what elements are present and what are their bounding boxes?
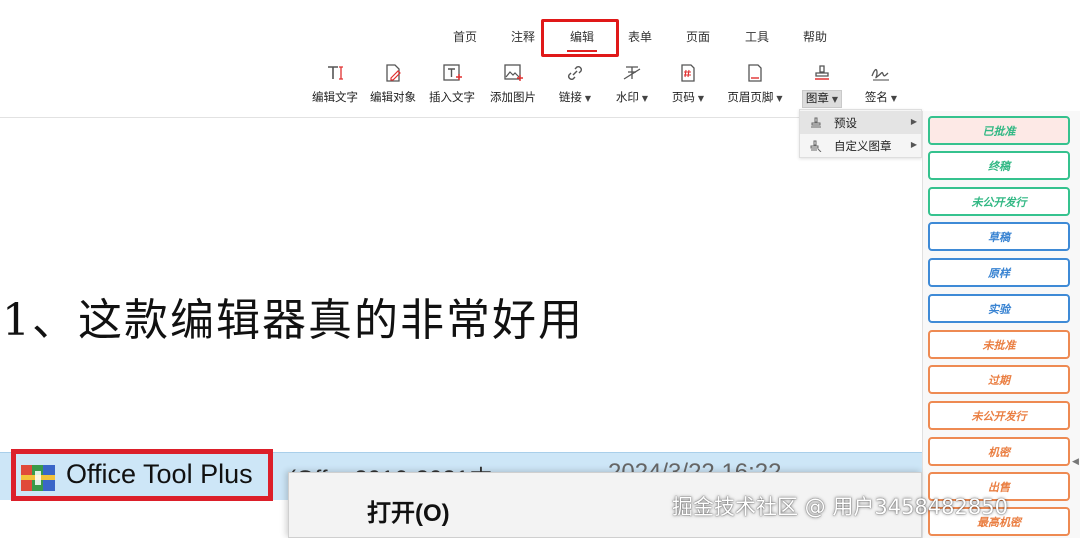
chevron-down-icon: ▼ bbox=[776, 94, 783, 103]
tab-form[interactable]: 表单 bbox=[627, 28, 653, 46]
tab-edit[interactable]: 编辑 bbox=[567, 28, 597, 52]
edit-text-label: 编辑文字 bbox=[312, 90, 358, 104]
watermark-button[interactable]: 水印 ▼ bbox=[612, 60, 652, 110]
stamp-preset-not-approved[interactable]: 未批准 bbox=[928, 330, 1070, 359]
chevron-down-icon: ▼ bbox=[697, 94, 705, 103]
link-icon bbox=[563, 60, 587, 86]
chevron-down-icon: ▼ bbox=[890, 94, 898, 103]
signature-button[interactable]: 签名 ▼ bbox=[860, 60, 902, 110]
link-label: 链接 ▼ bbox=[558, 90, 592, 104]
custom-stamp-icon bbox=[808, 140, 824, 152]
stamp-preset-icon bbox=[808, 117, 824, 129]
stamp-preset-experimental[interactable]: 实验 bbox=[928, 294, 1070, 323]
stamp-preset-draft[interactable]: 草稿 bbox=[928, 222, 1070, 251]
office-tool-plus-icon bbox=[20, 463, 56, 493]
edit-text-button[interactable]: 编辑文字 bbox=[311, 60, 359, 110]
tab-tools[interactable]: 工具 bbox=[744, 28, 770, 46]
add-image-label: 添加图片 bbox=[490, 90, 536, 104]
stamp-preset-approved[interactable]: 已批准 bbox=[928, 116, 1070, 145]
stamp-preset-not-for-public-release[interactable]: 未公开发行 bbox=[928, 187, 1070, 216]
edit-object-button[interactable]: 编辑对象 bbox=[369, 60, 417, 110]
link-button[interactable]: 链接 ▼ bbox=[555, 60, 595, 110]
tab-help[interactable]: 帮助 bbox=[802, 28, 828, 46]
context-menu-open[interactable]: 打开(O) bbox=[367, 493, 450, 528]
chevron-right-icon: ▶ bbox=[910, 117, 917, 126]
edit-object-icon bbox=[381, 60, 405, 86]
stamp-label: 图章 ▼ bbox=[801, 90, 843, 108]
add-image-button[interactable]: 添加图片 bbox=[488, 60, 538, 110]
header-footer-icon bbox=[743, 60, 767, 86]
tab-annotate[interactable]: 注释 bbox=[510, 28, 536, 46]
tab-page[interactable]: 页面 bbox=[685, 28, 711, 46]
stamp-preset-confidential[interactable]: 机密 bbox=[928, 437, 1070, 466]
chevron-down-icon: ▼ bbox=[831, 95, 839, 104]
stamp-button[interactable]: 图章 ▼ bbox=[800, 60, 844, 110]
watermark-icon bbox=[620, 60, 644, 86]
document-heading: 1、这款编辑器真的非常好用 bbox=[2, 295, 584, 346]
page-number-icon bbox=[676, 60, 700, 86]
stamp-preset-panel: 已批准 终稿 未公开发行 草稿 原样 实验 未批准 过期 未公开发行 机密 出售… bbox=[922, 111, 1080, 538]
signature-icon bbox=[869, 60, 893, 86]
edit-text-icon bbox=[323, 60, 347, 86]
insert-text-icon bbox=[440, 60, 464, 86]
edit-object-label: 编辑对象 bbox=[370, 90, 416, 104]
stamp-menu-item-label: 预设 bbox=[834, 115, 857, 130]
insert-text-button[interactable]: 插入文字 bbox=[428, 60, 476, 110]
stamp-menu-item-label: 自定义图章 bbox=[834, 138, 892, 153]
chevron-down-icon: ▼ bbox=[641, 94, 649, 103]
chevron-down-icon: ▼ bbox=[584, 94, 592, 103]
file-name: Office Tool Plus bbox=[66, 459, 253, 489]
stamp-dropdown: 预设 ▶ 自定义图章 ▶ bbox=[799, 109, 922, 158]
stamp-icon bbox=[810, 60, 834, 86]
stamp-preset-not-for-public-release-orange[interactable]: 未公开发行 bbox=[928, 401, 1070, 430]
add-image-icon bbox=[501, 60, 525, 86]
header-footer-label: 页眉页脚 ▼ bbox=[727, 90, 783, 104]
chevron-right-icon: ▶ bbox=[910, 140, 917, 149]
watermark-label: 水印 ▼ bbox=[615, 90, 649, 104]
header-footer-button[interactable]: 页眉页脚 ▼ bbox=[724, 60, 786, 110]
stamp-menu-item-preset[interactable]: 预设 ▶ bbox=[800, 111, 921, 134]
signature-label: 签名 ▼ bbox=[864, 90, 898, 104]
stamp-preset-expired[interactable]: 过期 bbox=[928, 365, 1070, 394]
stamp-menu-item-custom[interactable]: 自定义图章 ▶ bbox=[800, 134, 921, 157]
stamp-preset-final[interactable]: 终稿 bbox=[928, 151, 1070, 180]
page-number-label: 页码 ▼ bbox=[671, 90, 705, 104]
page-number-button[interactable]: 页码 ▼ bbox=[668, 60, 708, 110]
tab-home[interactable]: 首页 bbox=[452, 28, 478, 46]
insert-text-label: 插入文字 bbox=[429, 90, 475, 104]
stamp-preset-as-is[interactable]: 原样 bbox=[928, 258, 1070, 287]
scroll-arrow-icon[interactable]: ◀ bbox=[1072, 457, 1080, 473]
watermark-text: 掘金技术社区 @ 用户3458482850 bbox=[672, 495, 1008, 519]
